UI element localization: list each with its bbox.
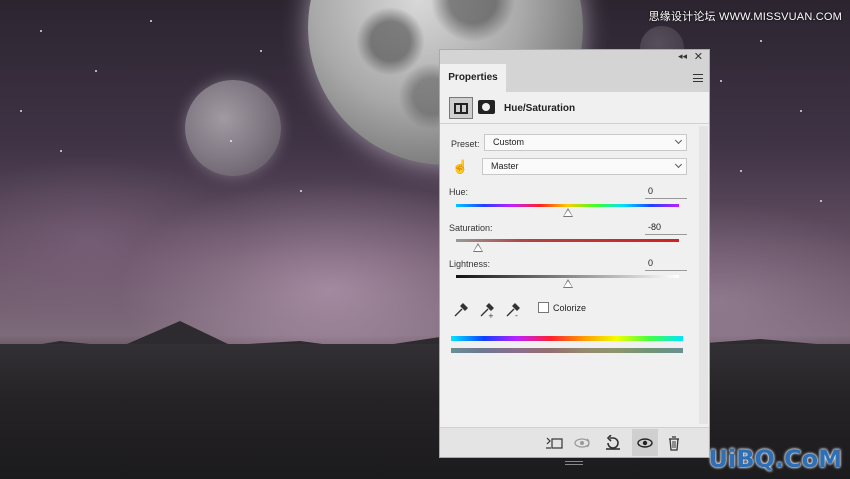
targeted-adjustment-hand-icon[interactable]: ☝	[452, 159, 468, 175]
view-previous-state-icon[interactable]	[574, 435, 592, 451]
visibility-eye-icon[interactable]	[636, 435, 654, 451]
hue-label: Hue:	[449, 187, 469, 197]
channel-value: Master	[491, 161, 519, 171]
panel-scrollbar[interactable]	[699, 126, 708, 424]
header-divider	[440, 123, 709, 124]
lightness-label: Lightness:	[449, 259, 491, 269]
saturation-slider-thumb[interactable]	[473, 243, 484, 252]
small-moon	[185, 80, 281, 176]
canvas-background: 思缘设计论坛 WWW.MISSVUAN.COM UiBQ.CoM	[0, 0, 850, 479]
eyedropper-minus-icon[interactable]: -	[504, 301, 522, 319]
input-color-spectrum	[451, 336, 683, 341]
chevron-down-icon	[674, 160, 683, 169]
panel-resize-grip[interactable]	[565, 461, 583, 465]
panel-tab-bar: Properties	[440, 64, 709, 92]
saturation-slider-track[interactable]	[456, 239, 679, 242]
chevron-down-icon	[674, 136, 683, 145]
eyedropper-plus-icon[interactable]: +	[478, 301, 496, 319]
close-icon[interactable]: ✕	[694, 50, 703, 63]
panel-title-bar[interactable]: ◂◂ ✕	[440, 50, 709, 64]
collapse-icon[interactable]: ◂◂	[678, 51, 687, 62]
saturation-label: Saturation:	[449, 223, 493, 233]
colorize-checkbox[interactable]	[538, 302, 549, 313]
panel-bottom-bar	[440, 427, 709, 457]
tab-properties[interactable]: Properties	[440, 64, 506, 92]
channel-select[interactable]: Master	[482, 158, 687, 175]
panel-menu-icon[interactable]	[693, 74, 703, 82]
output-color-spectrum	[451, 348, 683, 353]
preset-label: Preset:	[451, 139, 480, 149]
adjustment-title: Hue/Saturation	[504, 103, 576, 114]
lightness-input[interactable]: 0	[645, 258, 687, 271]
adjustment-layer-icon[interactable]	[449, 97, 473, 119]
trash-icon[interactable]	[665, 435, 683, 451]
clip-to-layer-icon[interactable]	[545, 435, 563, 451]
svg-text:+: +	[488, 312, 494, 319]
lightness-slider-thumb[interactable]	[562, 279, 573, 288]
layer-mask-icon[interactable]	[478, 100, 495, 114]
reset-icon[interactable]	[604, 435, 622, 451]
watermark-top: 思缘设计论坛 WWW.MISSVUAN.COM	[648, 11, 842, 23]
watermark-bottom: UiBQ.CoM	[708, 445, 842, 473]
hue-input[interactable]: 0	[645, 186, 687, 199]
eyedropper-icon[interactable]	[452, 301, 470, 319]
preset-select[interactable]: Custom	[484, 134, 687, 151]
properties-panel: ◂◂ ✕ Properties Hue/Saturation Preset: C…	[439, 49, 710, 465]
hue-slider-track[interactable]	[456, 204, 679, 207]
colorize-label: Colorize	[553, 303, 587, 313]
lightness-slider-track[interactable]	[456, 275, 679, 278]
saturation-input[interactable]: -80	[645, 222, 687, 235]
adjustment-header: Hue/Saturation	[449, 97, 699, 121]
hue-slider-thumb[interactable]	[562, 208, 573, 217]
svg-text:-: -	[515, 311, 518, 319]
preset-value: Custom	[493, 137, 525, 147]
